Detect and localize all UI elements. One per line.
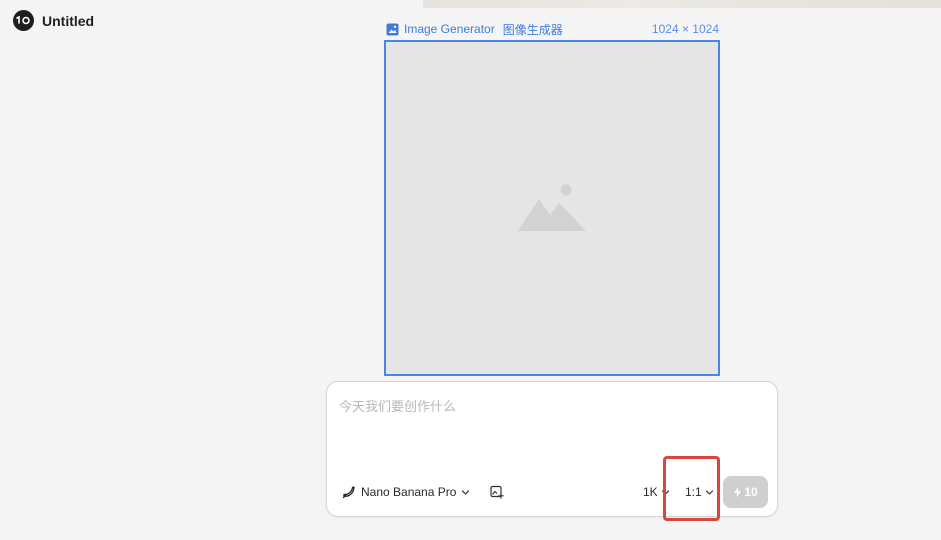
model-label: Nano Banana Pro [361,485,457,499]
canvas-page: Untitled Image Generator 图像生成器 1024 × 10… [0,0,941,540]
aspect-ratio-value: 1:1 [685,485,702,499]
add-image-button[interactable] [489,484,505,500]
frame-size: 1024 × 1024 [651,22,719,36]
top-image-strip [423,0,941,8]
lightning-icon [733,486,742,498]
resolution-value: 1K [643,485,658,499]
chevron-down-icon [661,488,670,497]
app-header: Untitled [13,10,94,31]
add-image-icon [490,485,504,499]
chevron-down-icon [461,488,470,497]
owl-logo-icon[interactable] [13,10,34,31]
image-icon [386,23,399,36]
frame-label-cn: 图像生成器 [502,22,563,37]
prompt-panel: Nano Banana Pro 1K 1:1 [326,381,778,517]
credits-cost: 10 [744,485,758,499]
resolution-select[interactable]: 1K [643,485,670,499]
image-generator-frame[interactable] [384,40,720,376]
frame-label[interactable]: Image Generator 图像生成器 1024 × 1024 [386,21,719,37]
chevron-down-icon [705,488,714,497]
model-select[interactable]: Nano Banana Pro [342,485,470,499]
image-placeholder-icon [518,184,586,231]
frame-label-text: Image Generator [404,22,495,36]
prompt-input[interactable] [339,396,759,456]
banana-icon [342,485,356,499]
document-title[interactable]: Untitled [42,13,94,29]
generate-button[interactable]: 10 [723,476,768,508]
aspect-ratio-select[interactable]: 1:1 [685,485,714,499]
